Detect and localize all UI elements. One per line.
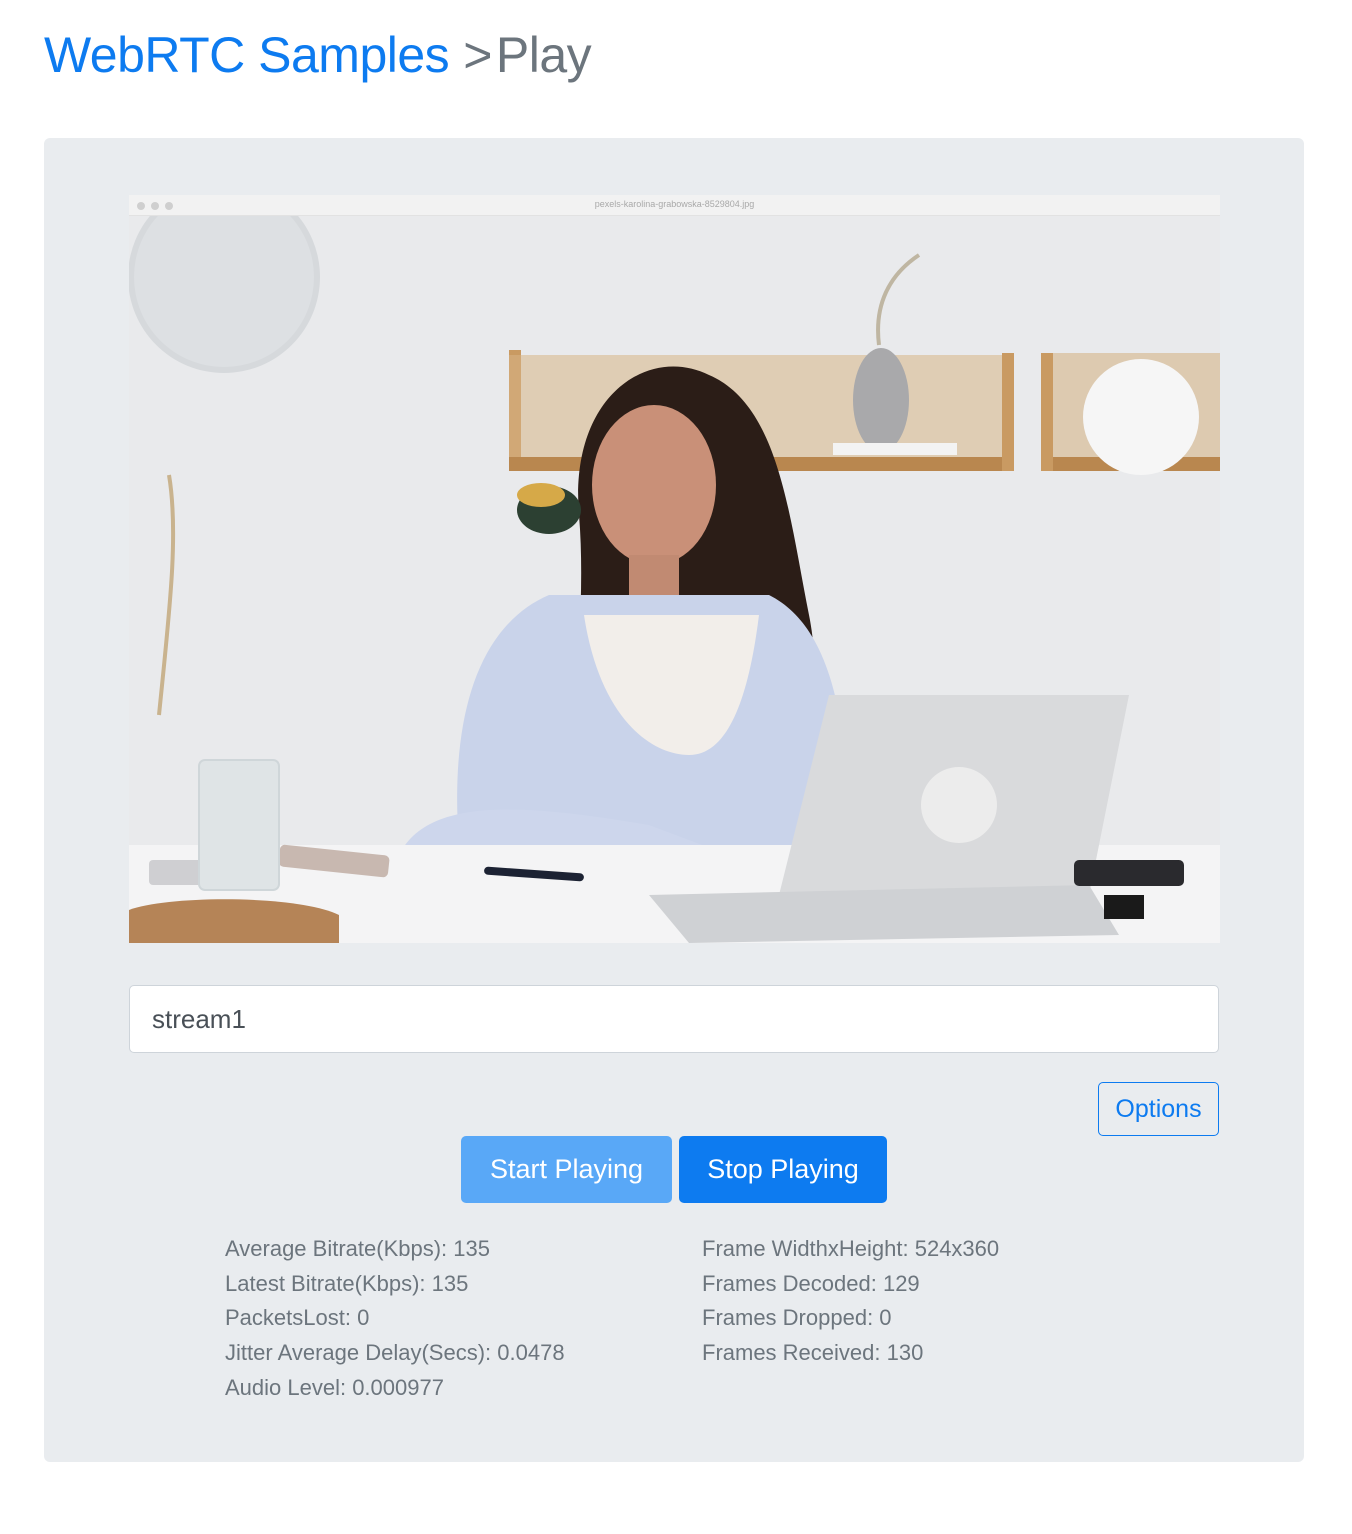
home-link[interactable]: WebRTC Samples: [44, 27, 450, 83]
remote-video[interactable]: pexels-karolina-grabowska-8529804.jpg: [129, 195, 1220, 943]
stats-left-column: Average Bitrate(Kbps): 135 Latest Bitrat…: [225, 1232, 565, 1406]
page-title: WebRTC Samples >Play: [44, 26, 592, 84]
options-button[interactable]: Options: [1098, 1082, 1219, 1136]
video-frame-image: [129, 195, 1220, 943]
audio-level-stat: Audio Level: 0.000977: [225, 1374, 444, 1400]
video-window-titlebar: pexels-karolina-grabowska-8529804.jpg: [129, 195, 1220, 216]
start-playing-button[interactable]: Start Playing: [461, 1136, 672, 1203]
video-window-title: pexels-karolina-grabowska-8529804.jpg: [594, 199, 755, 209]
frames-decoded-stat: Frames Decoded: 129: [702, 1270, 920, 1296]
stream-name-input[interactable]: [129, 985, 1219, 1053]
breadcrumb-separator: >: [463, 27, 492, 83]
jitter-delay-stat: Jitter Average Delay(Secs): 0.0478: [225, 1340, 565, 1366]
frame-size-stat: Frame WidthxHeight: 524x360: [702, 1236, 1000, 1261]
frames-received-stat: Frames Received: 130: [702, 1340, 924, 1366]
stats-right-column: Frame WidthxHeight: 524x360 Frames Decod…: [702, 1232, 999, 1371]
stop-playing-button[interactable]: Stop Playing: [679, 1136, 887, 1203]
latest-bitrate-stat: Latest Bitrate(Kbps): 135: [225, 1270, 469, 1296]
packets-lost-stat: PacketsLost: 0: [225, 1305, 370, 1331]
breadcrumb-current: Play: [495, 27, 592, 83]
average-bitrate-stat: Average Bitrate(Kbps): 135: [225, 1236, 490, 1261]
frames-dropped-stat: Frames Dropped: 0: [702, 1305, 892, 1331]
